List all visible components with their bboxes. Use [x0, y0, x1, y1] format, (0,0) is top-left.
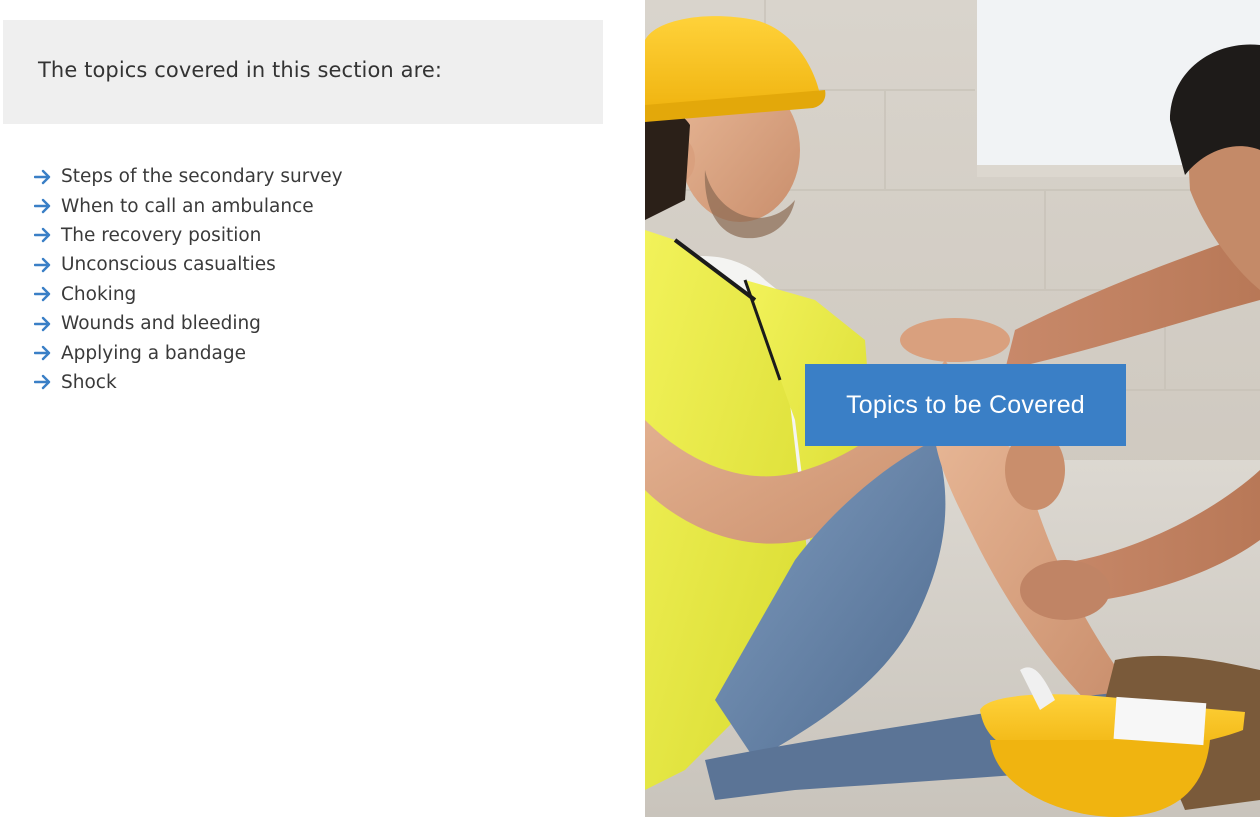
topic-label: When to call an ambulance [61, 195, 314, 217]
arrow-right-icon [34, 257, 51, 273]
topic-label: Wounds and bleeding [61, 313, 261, 335]
topic-item: The recovery position [34, 221, 343, 250]
section-header-text: The topics covered in this section are: [38, 58, 443, 82]
topic-label: Shock [61, 371, 117, 393]
arrow-right-icon [34, 345, 51, 361]
topic-label: The recovery position [61, 224, 262, 246]
topic-label: Choking [61, 283, 137, 305]
topic-item: Wounds and bleeding [34, 309, 343, 338]
arrow-right-icon [34, 198, 51, 214]
arrow-right-icon [34, 316, 51, 331]
topic-item: Choking [34, 280, 343, 309]
section-header: The topics covered in this section are: [3, 20, 603, 124]
topic-item: Shock [34, 368, 343, 397]
arrow-right-icon [34, 375, 51, 390]
topics-panel: The topics covered in this section are: … [0, 0, 645, 817]
topic-label: Steps of the secondary survey [61, 166, 343, 188]
topic-item: Applying a bandage [34, 338, 343, 367]
topic-label: Unconscious casualties [61, 254, 276, 276]
arrow-right-icon [34, 287, 51, 302]
topic-list: Steps of the secondary survey When to ca… [34, 162, 343, 397]
topic-item: Unconscious casualties [34, 250, 343, 279]
topic-item: Steps of the secondary survey [34, 162, 343, 191]
topic-label: Applying a bandage [61, 342, 246, 364]
arrow-right-icon [34, 228, 51, 243]
topic-item: When to call an ambulance [34, 191, 343, 220]
topics-title-button[interactable]: Topics to be Covered [805, 364, 1126, 446]
arrow-right-icon [34, 169, 51, 184]
